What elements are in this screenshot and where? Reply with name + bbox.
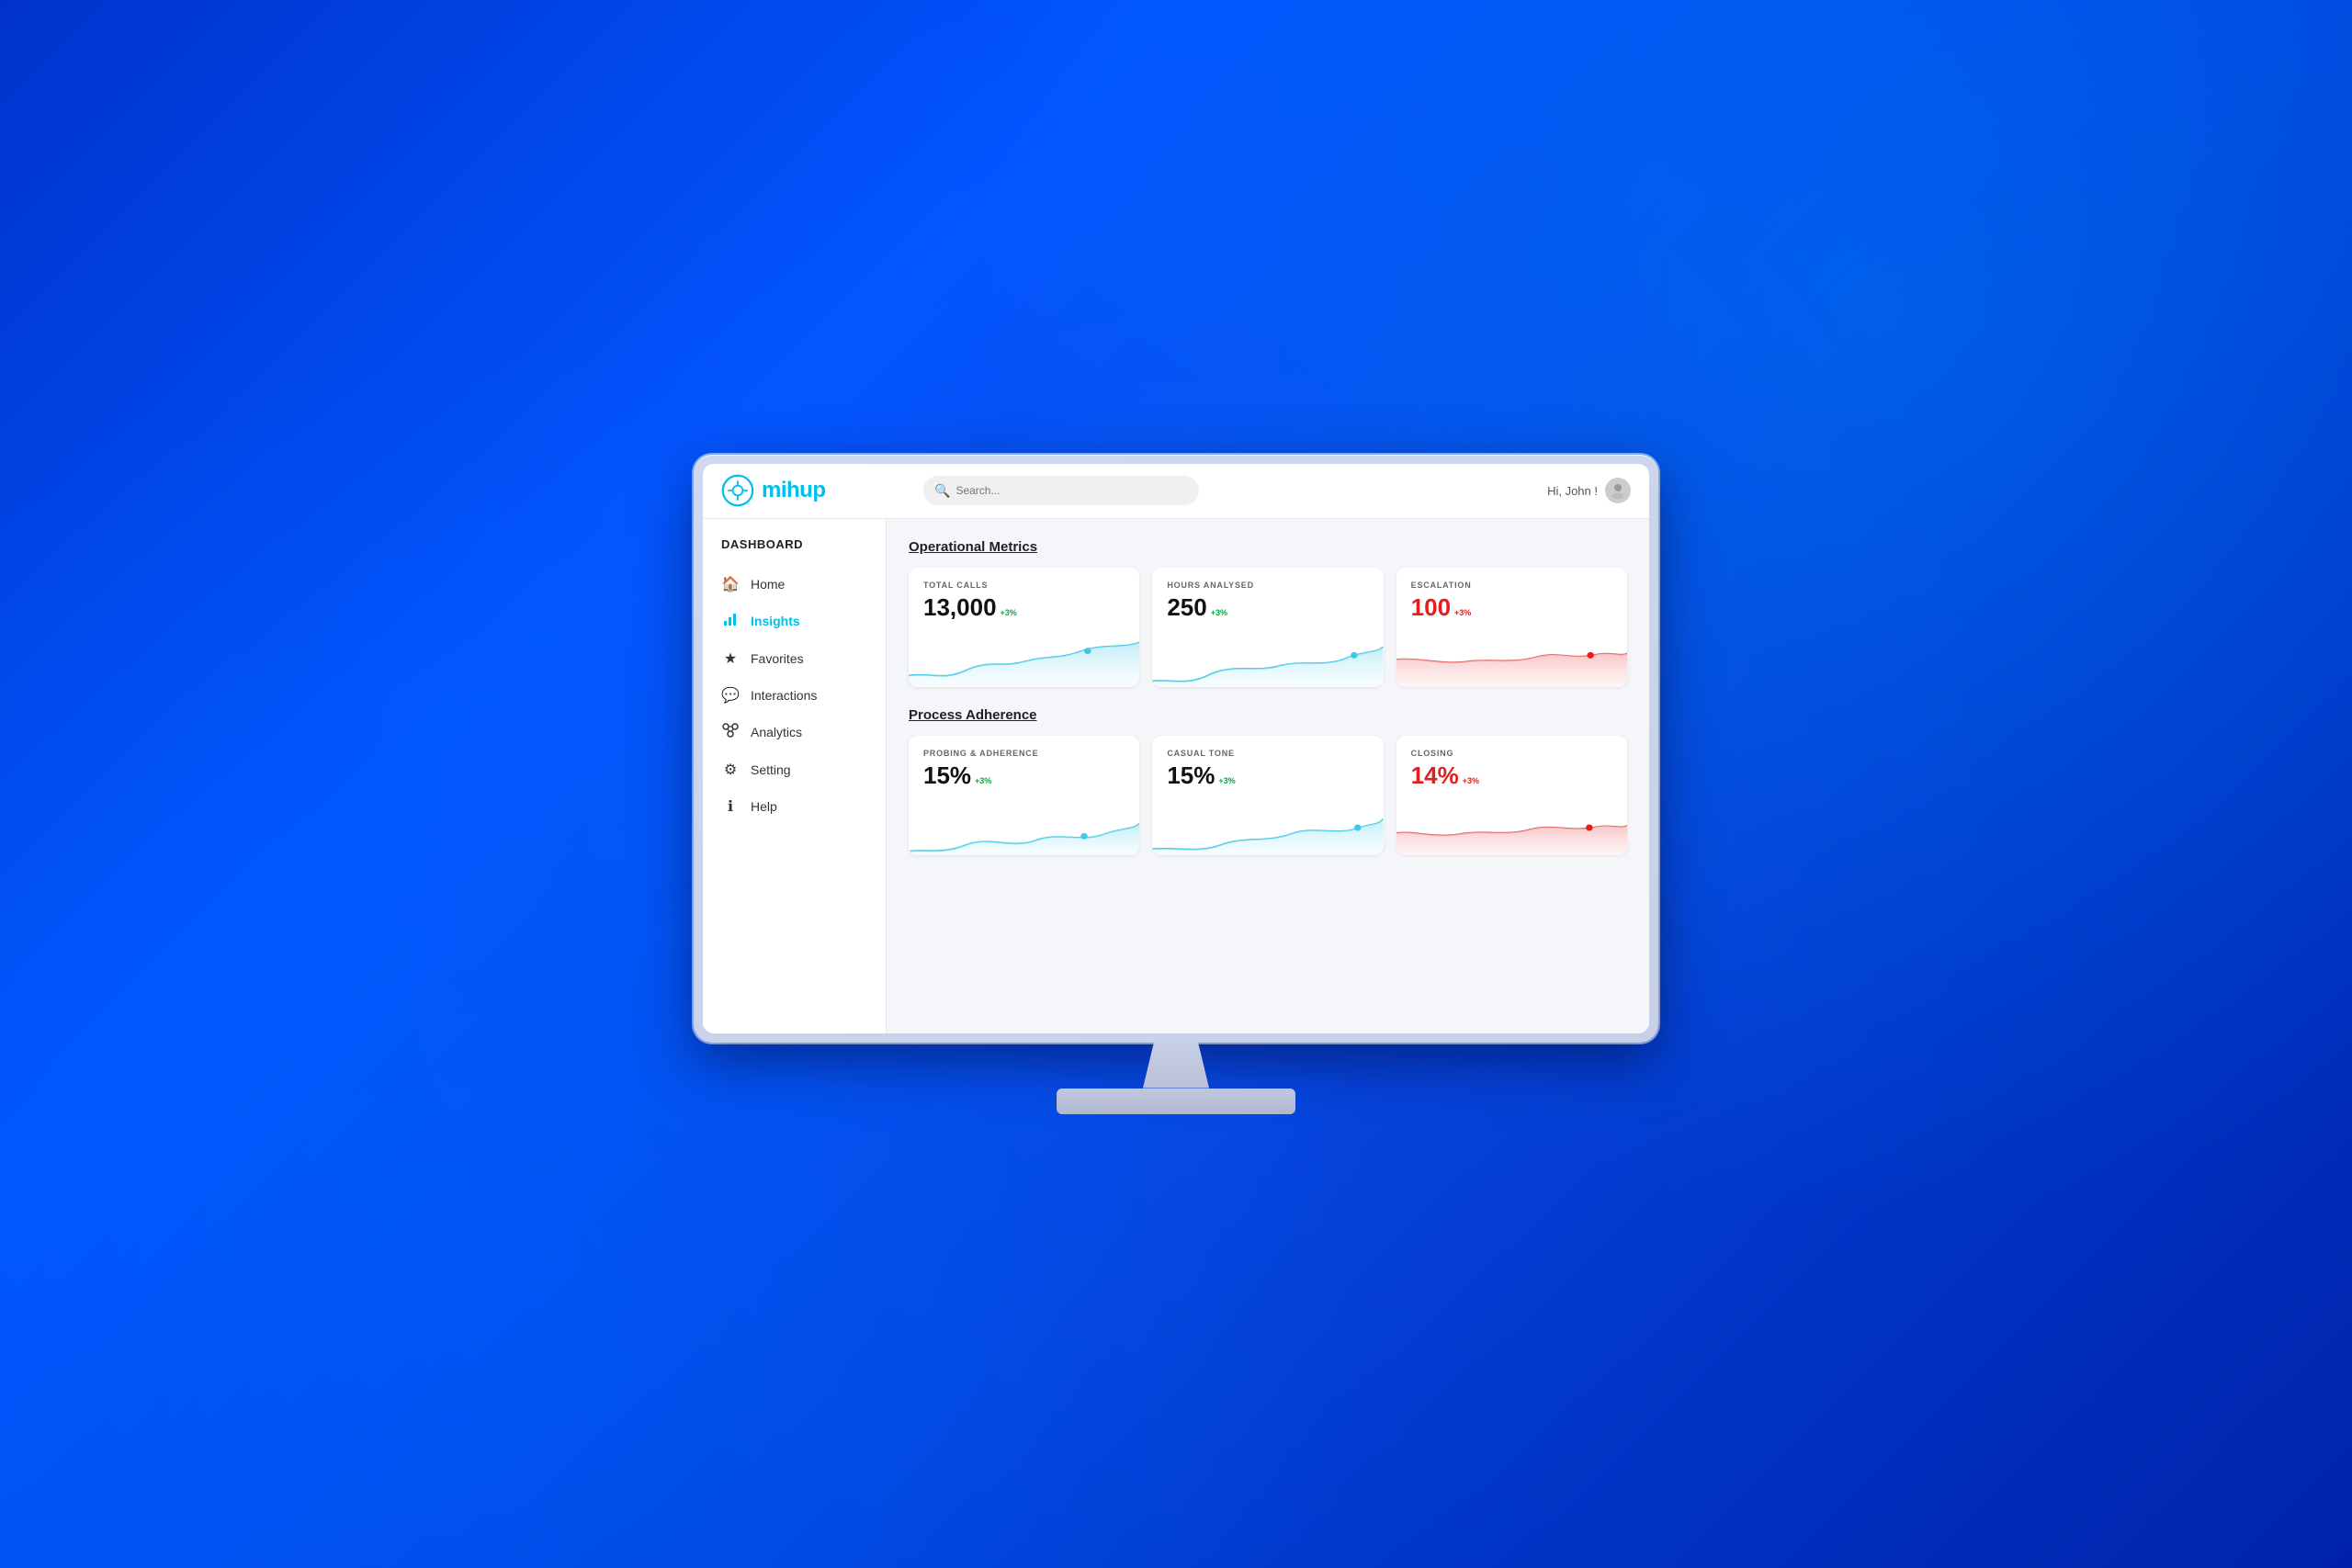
user-greeting: Hi, John ! — [1547, 484, 1598, 498]
content: Operational Metrics TOTAL CALLS 13,000 +… — [887, 519, 1649, 1033]
metric-value-closing: 14% — [1411, 761, 1459, 790]
chart-probing — [909, 795, 1139, 855]
metric-value-probing: 15% — [923, 761, 971, 790]
analytics-icon — [721, 723, 740, 742]
sidebar-item-setting-label: Setting — [751, 762, 791, 777]
operational-metrics-title: Operational Metrics — [909, 539, 1627, 555]
metric-card-probing: PROBING & ADHERENCE 15% +3% — [909, 736, 1139, 855]
sidebar-item-analytics-label: Analytics — [751, 725, 802, 739]
sidebar-item-insights[interactable]: Insights — [703, 603, 886, 640]
metric-label-hours-analysed: HOURS ANALYSED — [1167, 581, 1368, 590]
metric-value-escalation: 100 — [1411, 593, 1451, 622]
metric-value-row-total-calls: 13,000 +3% — [923, 593, 1125, 622]
metric-card-closing: CLOSING 14% +3% — [1396, 736, 1627, 855]
chart-hours-analysed — [1152, 627, 1383, 687]
logo-text: mihup — [762, 478, 826, 503]
logo-icon — [721, 474, 754, 507]
monitor-stand-neck — [1121, 1043, 1231, 1089]
metric-value-total-calls: 13,000 — [923, 593, 997, 622]
metric-value-row-hours-analysed: 250 +3% — [1167, 593, 1368, 622]
sidebar-item-favorites-label: Favorites — [751, 651, 804, 666]
sidebar: DASHBOARD 🏠 Home Insi — [703, 519, 887, 1033]
sidebar-item-home[interactable]: 🏠 Home — [703, 566, 886, 603]
header: mihup 🔍 Hi, John ! — [703, 464, 1649, 519]
chart-casual-tone — [1152, 795, 1383, 855]
metric-value-row-probing: 15% +3% — [923, 761, 1125, 790]
sidebar-item-interactions-label: Interactions — [751, 688, 817, 703]
metric-badge-hours-analysed: +3% — [1211, 608, 1227, 617]
user-area: Hi, John ! — [1547, 478, 1631, 503]
metric-value-casual-tone: 15% — [1167, 761, 1215, 790]
metric-value-hours-analysed: 250 — [1167, 593, 1206, 622]
metric-badge-total-calls: +3% — [1001, 608, 1017, 617]
sidebar-item-insights-label: Insights — [751, 614, 800, 628]
monitor: mihup 🔍 Hi, John ! — [694, 455, 1658, 1043]
process-adherence-title: Process Adherence — [909, 707, 1627, 723]
metric-label-escalation: ESCALATION — [1411, 581, 1612, 590]
metric-card-escalation: ESCALATION 100 +3% — [1396, 568, 1627, 687]
monitor-wrapper: mihup 🔍 Hi, John ! — [694, 455, 1658, 1114]
chart-total-calls — [909, 627, 1139, 687]
home-icon: 🏠 — [721, 575, 740, 593]
help-icon: ℹ — [721, 797, 740, 816]
sidebar-item-home-label: Home — [751, 577, 785, 592]
search-input[interactable] — [956, 484, 1188, 497]
metric-card-casual-tone: CASUAL TONE 15% +3% — [1152, 736, 1383, 855]
monitor-stand-base — [1057, 1089, 1295, 1114]
sidebar-item-help-label: Help — [751, 799, 777, 814]
insights-icon — [721, 612, 740, 631]
sidebar-item-setting[interactable]: ⚙ Setting — [703, 751, 886, 788]
metric-card-total-calls: TOTAL CALLS 13,000 +3% — [909, 568, 1139, 687]
metric-value-row-closing: 14% +3% — [1411, 761, 1612, 790]
screen: mihup 🔍 Hi, John ! — [703, 464, 1649, 1033]
setting-icon: ⚙ — [721, 761, 740, 779]
process-adherence-grid: PROBING & ADHERENCE 15% +3% — [909, 736, 1627, 855]
sidebar-item-interactions[interactable]: 💬 Interactions — [703, 677, 886, 714]
favorites-icon: ★ — [721, 649, 740, 668]
interactions-icon: 💬 — [721, 686, 740, 705]
metric-value-row-casual-tone: 15% +3% — [1167, 761, 1368, 790]
search-bar[interactable]: 🔍 — [923, 476, 1199, 505]
metric-badge-escalation: +3% — [1454, 608, 1471, 617]
main-layout: DASHBOARD 🏠 Home Insi — [703, 519, 1649, 1033]
metric-card-hours-analysed: HOURS ANALYSED 250 +3% — [1152, 568, 1383, 687]
metric-label-casual-tone: CASUAL TONE — [1167, 749, 1368, 758]
metric-badge-casual-tone: +3% — [1218, 776, 1235, 785]
metric-label-total-calls: TOTAL CALLS — [923, 581, 1125, 590]
sidebar-item-favorites[interactable]: ★ Favorites — [703, 640, 886, 677]
metric-label-probing: PROBING & ADHERENCE — [923, 749, 1125, 758]
metric-label-closing: CLOSING — [1411, 749, 1612, 758]
metric-value-row-escalation: 100 +3% — [1411, 593, 1612, 622]
sidebar-title: DASHBOARD — [703, 537, 886, 566]
metric-badge-probing: +3% — [975, 776, 991, 785]
chart-escalation — [1396, 627, 1627, 687]
metric-badge-closing: +3% — [1463, 776, 1479, 785]
sidebar-item-analytics[interactable]: Analytics — [703, 714, 886, 751]
sidebar-item-help[interactable]: ℹ Help — [703, 788, 886, 825]
search-icon: 🔍 — [934, 483, 950, 499]
user-avatar — [1605, 478, 1631, 503]
logo-area: mihup — [721, 474, 905, 507]
chart-closing — [1396, 795, 1627, 855]
operational-metrics-grid: TOTAL CALLS 13,000 +3% — [909, 568, 1627, 687]
